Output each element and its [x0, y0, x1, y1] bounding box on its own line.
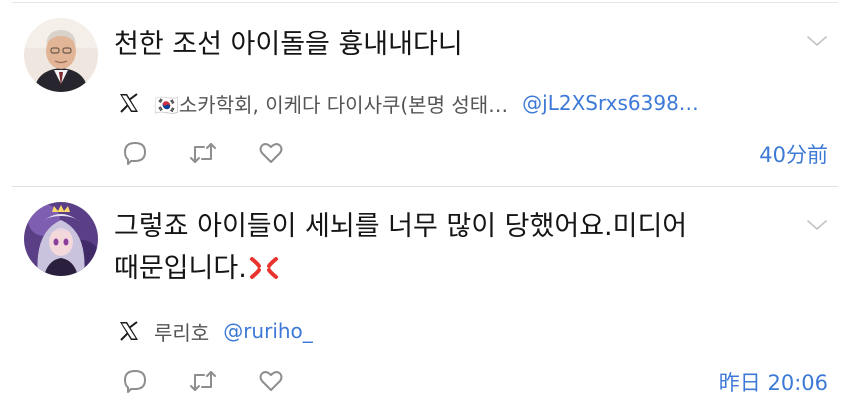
author-row: 루리호 @ruriho_	[118, 316, 313, 346]
post-2[interactable]: 그렇죠 아이들이 세뇌를 너무 많이 당했어요.미디어 때문입니다. 루리호 @…	[0, 188, 850, 416]
like-icon[interactable]	[258, 140, 284, 166]
post-text-line-2: 때문입니다.	[114, 248, 687, 290]
avatar[interactable]	[24, 202, 98, 276]
timeline: 천한 조선 아이돌을 흉내내다니 🇰🇷소카학회, 이케다 다이사쿠(본명 성태……	[0, 0, 850, 416]
author-row: 🇰🇷소카학회, 이케다 다이사쿠(본명 성태… @jL2XSrxs6398…	[118, 88, 699, 118]
post-text-line: 그렇죠 아이들이 세뇌를 너무 많이 당했어요.미디어	[114, 211, 688, 242]
author-handle[interactable]: @jL2XSrxs6398…	[522, 91, 699, 115]
x-logo-icon	[120, 93, 138, 113]
x-logo-icon	[120, 321, 138, 341]
repost-icon[interactable]	[188, 368, 218, 394]
post-text: 천한 조선 아이돌을 흉내내다니	[114, 24, 463, 66]
timestamp[interactable]: 40分前	[759, 139, 828, 169]
post-1[interactable]: 천한 조선 아이돌을 흉내내다니 🇰🇷소카학회, 이케다 다이사쿠(본명 성태……	[0, 6, 850, 186]
anger-emoji-icon	[249, 257, 278, 279]
top-divider	[12, 2, 838, 3]
repost-icon[interactable]	[188, 140, 218, 166]
reply-icon[interactable]	[122, 368, 148, 394]
timestamp[interactable]: 昨日 20:06	[719, 367, 828, 397]
author-name[interactable]: 🇰🇷소카학회, 이케다 다이사쿠(본명 성태…	[154, 89, 508, 118]
post-text-line: 때문입니다.	[114, 253, 247, 284]
action-bar: 40分前	[122, 136, 828, 170]
post-divider	[12, 186, 838, 187]
action-bar: 昨日 20:06	[122, 364, 828, 398]
post-text-line: 천한 조선 아이돌을 흉내내다니	[114, 29, 463, 60]
author-name[interactable]: 루리호	[154, 317, 209, 346]
post-text: 그렇죠 아이들이 세뇌를 너무 많이 당했어요.미디어 때문입니다.	[114, 206, 687, 290]
reply-icon[interactable]	[122, 140, 148, 166]
avatar[interactable]	[24, 18, 98, 92]
chevron-down-icon[interactable]	[806, 218, 828, 232]
like-icon[interactable]	[258, 368, 284, 394]
author-handle[interactable]: @ruriho_	[223, 319, 313, 343]
chevron-down-icon[interactable]	[806, 34, 828, 48]
